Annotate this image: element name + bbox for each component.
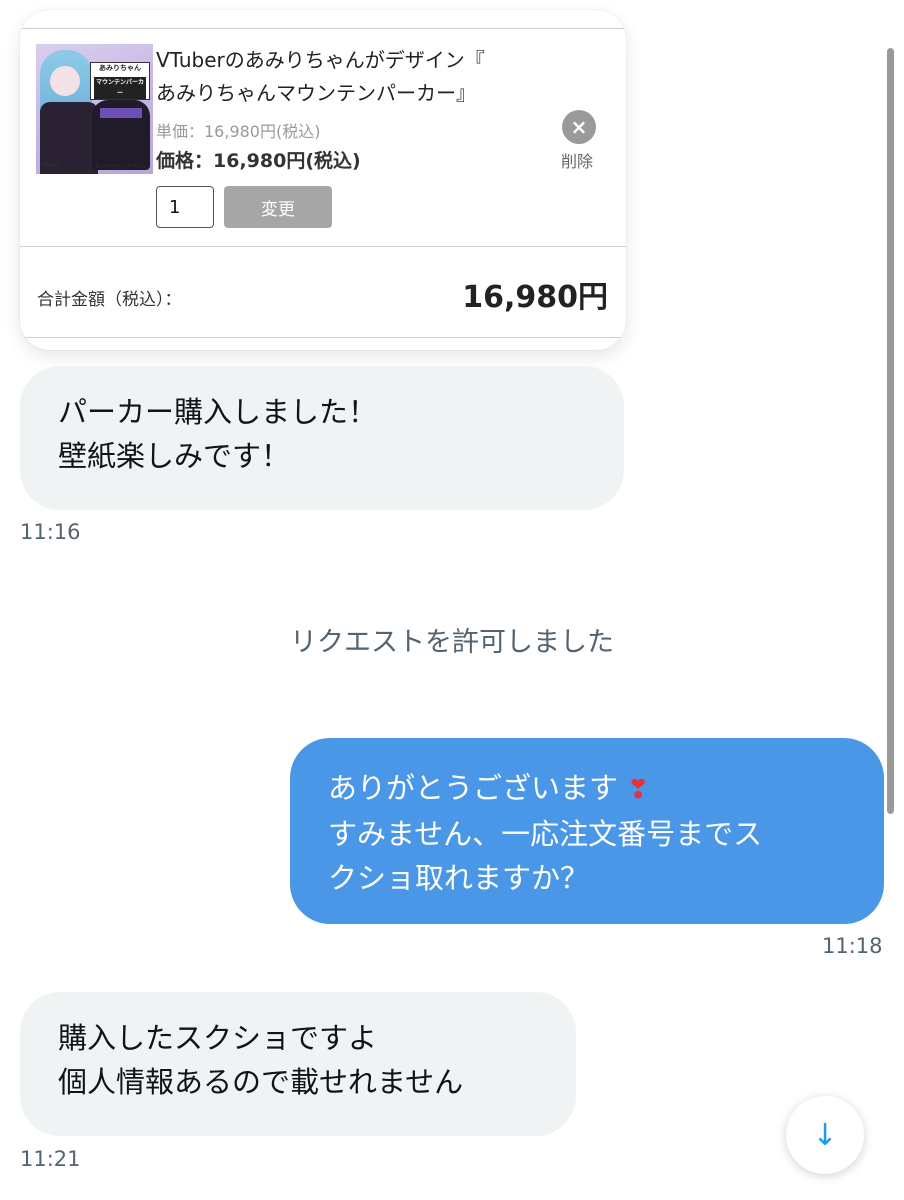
arrow-down-icon: ↓ <box>812 1117 838 1153</box>
message-text: ありがとうございます <box>328 771 619 805</box>
message-time: 11:18 <box>822 934 883 958</box>
delete-label[interactable]: 削除 <box>561 148 593 172</box>
divider <box>20 337 626 338</box>
heart-exclamation-emoji: ❣ <box>627 775 650 805</box>
product-title[interactable]: VTuberのあみりちゃんがデザイン『 あみりちゃんマウンテンパーカー』 <box>156 44 536 110</box>
divider <box>20 246 626 247</box>
delete-icon[interactable]: × <box>562 110 596 144</box>
message-text: パーカー購入しました！ <box>58 395 378 429</box>
message-text: 壁紙楽しみです！ <box>58 439 291 473</box>
message-bubble-incoming[interactable]: 購入したスクショですよ 個人情報あるので載せれません <box>20 992 576 1136</box>
message-time: 11:16 <box>20 520 81 544</box>
message-time: 11:21 <box>20 1147 81 1171</box>
price: 価格：16,980円(税込) <box>156 150 361 172</box>
change-button[interactable]: 変更 <box>224 186 332 228</box>
scrollbar[interactable] <box>887 48 894 814</box>
message-text: クショ取れますか？ <box>328 861 590 895</box>
total-label: 合計金額（税込）： <box>37 290 182 310</box>
total-value: 16,980円 <box>462 280 608 315</box>
message-text: 購入したスクショですよ <box>58 1021 378 1055</box>
cart-screenshot-card: あみりちゃん マウンテンパーカー VTuber あみりちゃん デザイン VTub… <box>20 10 626 350</box>
message-text: すみません、一応注文番号までス <box>328 817 763 851</box>
product-thumbnail: あみりちゃん マウンテンパーカー VTuber あみりちゃん デザイン <box>36 44 153 174</box>
scroll-down-button[interactable]: ↓ <box>786 1096 864 1174</box>
message-bubble-outgoing[interactable]: ありがとうございます ❣ すみません、一応注文番号までス クショ取れますか？ <box>290 738 884 924</box>
quantity-input[interactable]: 1 <box>156 186 214 228</box>
system-message: リクエストを許可しました <box>290 627 614 658</box>
divider <box>20 28 626 29</box>
message-bubble-incoming[interactable]: パーカー購入しました！ 壁紙楽しみです！ <box>20 366 624 510</box>
unit-price: 単価：16,980円(税込) <box>156 122 321 141</box>
thumbnail-badge: あみりちゃん マウンテンパーカー <box>90 62 150 100</box>
message-text: 個人情報あるので載せれません <box>58 1065 464 1099</box>
